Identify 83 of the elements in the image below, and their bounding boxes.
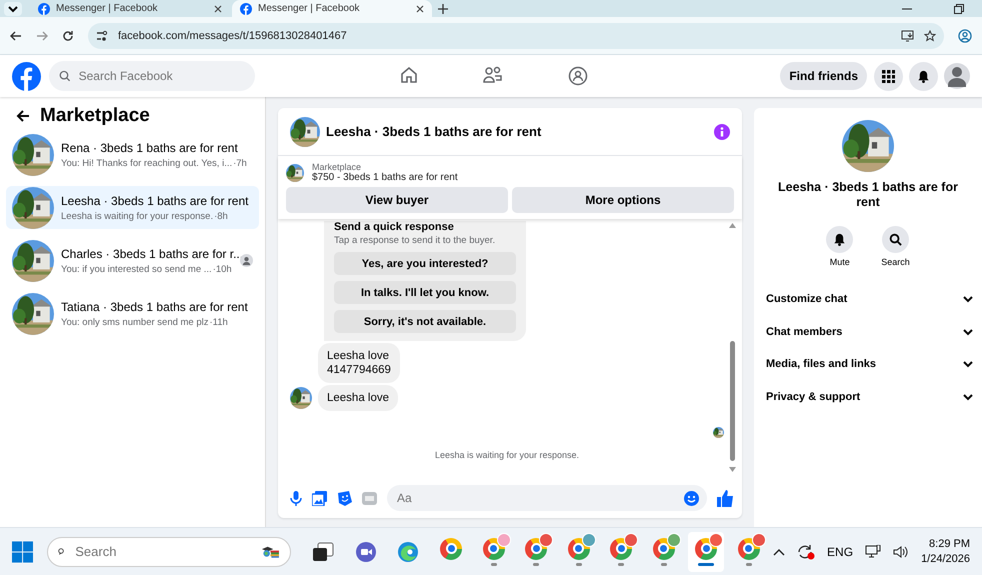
taskbar-search-field[interactable]: Search [73,543,254,560]
chat-item[interactable]: Rena · 3beds 1 baths are for rent You: Hi! Thanks for reaching out. Yes, i...·7h [6,133,259,176]
quick-response-option[interactable]: Yes, are you interested? [334,252,516,275]
star-icon [924,30,936,42]
scroll-up-icon[interactable] [728,223,736,228]
search-box[interactable]: Search Facebook [49,61,255,91]
people-icon [483,66,503,84]
quick-response-option[interactable]: In talks. I'll let you know. [334,281,516,304]
chrome-icon [440,538,462,560]
grid-icon [882,70,895,82]
facebook-logo [12,62,41,90]
new-tab-icon[interactable] [438,4,448,14]
edge-icon [397,540,420,562]
listing-title: $750 - 3beds 1 baths are for rent [312,172,458,183]
photo-icon[interactable] [312,490,327,506]
clock-time[interactable]: 8:29 PM [929,538,970,550]
browser-tab[interactable]: Messenger | Facebook [30,0,230,17]
avatar-icon[interactable] [944,61,970,91]
message-box[interactable]: Aa [387,485,707,511]
section-header[interactable]: Privacy & support [754,380,982,413]
browser-tab[interactable]: Messenger | Facebook [232,0,432,17]
thumbs-up-icon[interactable] [717,490,734,506]
network-icon[interactable] [865,544,882,558]
chat-title: Leesha · 3beds 1 baths are for rent [326,124,542,139]
task-view-icon [312,542,334,562]
quick-response-title: Send a quick response [334,221,455,233]
facebook-logo [38,2,50,14]
bell-icon [833,233,846,246]
sync-icon[interactable] [797,544,816,560]
group-icon [568,66,588,86]
listing-label: Marketplace [312,162,362,172]
notifications-button[interactable] [909,62,938,90]
video-chat-icon [354,540,377,562]
restore-icon[interactable] [954,4,964,14]
speaker-icon[interactable] [893,544,910,558]
sidebar-title: Marketplace [40,105,150,127]
forward-icon[interactable] [36,30,48,42]
profile-icon[interactable] [958,28,972,42]
reload-icon[interactable] [62,30,74,42]
address-bar[interactable]: facebook.com/messages/t/1596813028401467 [88,22,944,48]
close-icon [214,4,222,12]
microphone-icon[interactable] [290,490,302,506]
nav-tab[interactable] [400,66,418,86]
message-bubble: Leesha love [318,385,398,411]
menu-button[interactable] [874,62,903,90]
bell-icon [917,70,930,82]
listing-button[interactable]: View buyer [286,187,508,213]
section-header[interactable]: Media, files and links [754,348,982,380]
listing-button[interactable]: More options [512,187,734,213]
chevron-up-icon[interactable] [773,548,786,556]
back-icon[interactable] [10,30,22,42]
tab-list-button[interactable] [4,2,22,16]
install-app-icon [901,30,914,42]
search-icon [59,70,71,82]
site-settings-icon [96,30,108,42]
section-header[interactable]: Chat members [754,316,982,348]
emoji-icon [684,490,699,506]
scrollbar-thumb[interactable] [730,341,734,461]
search-icon [889,233,902,246]
close-icon [416,4,424,12]
quick-response-option[interactable]: Sorry, it's not available. [334,310,516,333]
search-field[interactable]: Search Facebook [76,68,245,84]
start-icon[interactable] [12,540,34,562]
info-icon[interactable] [714,124,730,140]
message-bubble: Leesha love 4147794669 [318,343,400,383]
message-field[interactable]: Aa [395,490,684,506]
taskbar-search-box[interactable]: Search [47,536,292,566]
nav-tab[interactable] [568,66,588,86]
facebook-logo [240,2,252,14]
chat-item[interactable]: Leesha · 3beds 1 baths are for rent Leesha is waiting for your response.·8h [6,186,259,229]
sticker-icon[interactable] [337,490,352,506]
contact-name: Leesha · 3beds 1 baths are for rent [777,180,959,210]
status-text: Leesha is waiting for your response. [434,450,580,460]
back-icon[interactable] [16,109,30,123]
nav-tab[interactable] [483,66,503,86]
section-header[interactable]: Customize chat [754,283,982,316]
home-icon [400,66,418,84]
clock-date[interactable]: 1/24/2026 [921,553,970,565]
language-indicator[interactable]: ENG [827,544,854,558]
find-friends-button[interactable]: Find friends [780,62,867,90]
scroll-down-icon[interactable] [728,467,736,472]
quick-response-hint: Tap a response to send it to the buyer. [334,235,496,246]
chat-item[interactable]: Tatiana · 3beds 1 baths are for rent You: only sms number send me plz·11h [6,292,259,335]
